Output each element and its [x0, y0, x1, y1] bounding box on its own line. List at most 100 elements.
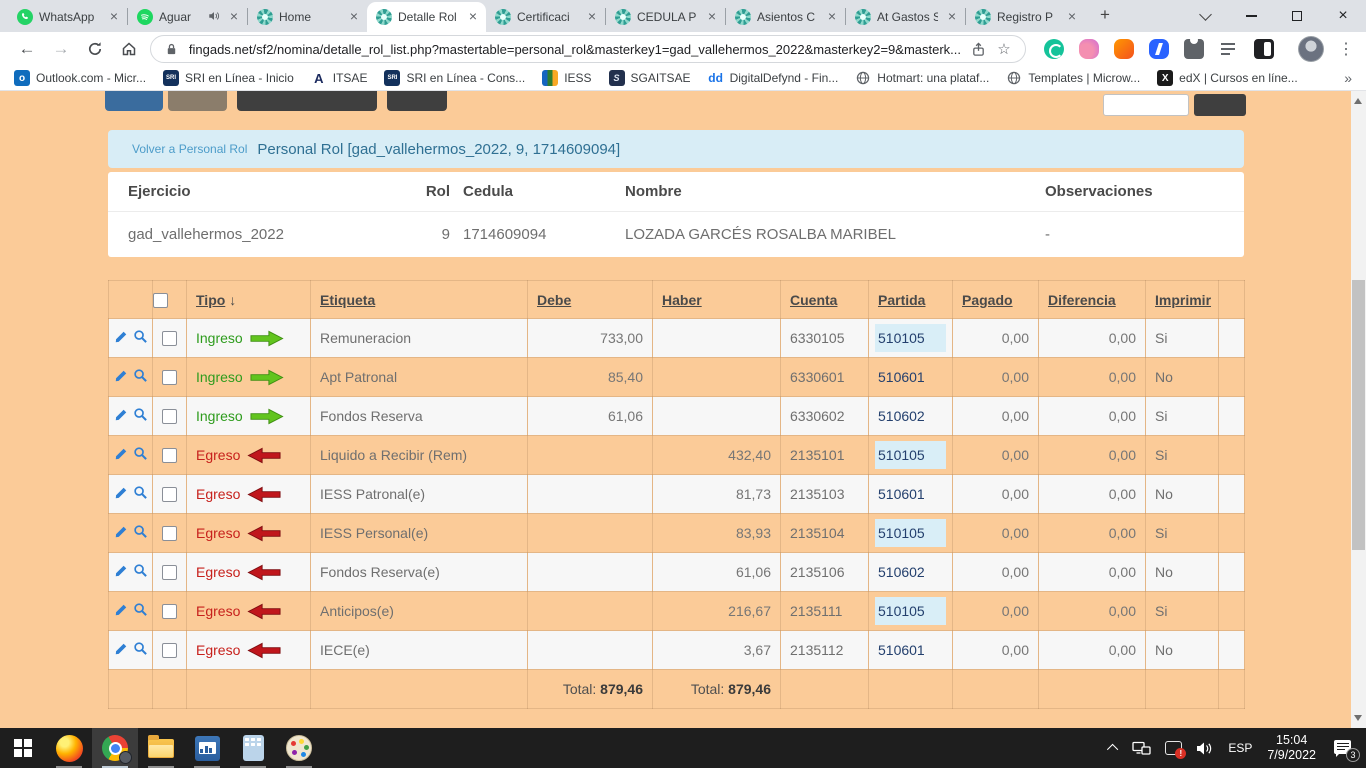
- row-checkbox[interactable]: [162, 448, 177, 463]
- grammarly-extension-icon[interactable]: [1044, 39, 1064, 59]
- action-alert-icon[interactable]: !: [1158, 728, 1189, 768]
- sidebar-extension-icon[interactable]: [1254, 39, 1274, 59]
- address-bar[interactable]: fingads.net/sf2/nomina/detalle_rol_list.…: [150, 35, 1026, 63]
- close-icon[interactable]: ×: [1064, 9, 1080, 25]
- partida-link[interactable]: 510601: [875, 480, 946, 508]
- reading-list-icon[interactable]: [1219, 39, 1239, 59]
- row-checkbox[interactable]: [162, 604, 177, 619]
- edit-icon[interactable]: [114, 330, 128, 347]
- view-icon[interactable]: [133, 641, 148, 659]
- bookmark-iess[interactable]: IESS: [542, 70, 591, 86]
- tab-asientos[interactable]: Asientos C ×: [726, 2, 845, 32]
- bookmark-edx[interactable]: XedX | Cursos en líne...: [1157, 70, 1298, 86]
- new-tab-button[interactable]: +: [1091, 2, 1119, 30]
- edit-icon[interactable]: [114, 408, 128, 425]
- edit-icon[interactable]: [114, 564, 128, 581]
- row-checkbox[interactable]: [162, 487, 177, 502]
- tab-search-chevron-icon[interactable]: [1182, 0, 1228, 32]
- view-icon[interactable]: [133, 368, 148, 386]
- close-icon[interactable]: ×: [584, 9, 600, 25]
- close-icon[interactable]: ×: [704, 9, 720, 25]
- select-all-checkbox[interactable]: [153, 293, 168, 308]
- bookmark-hotmart[interactable]: Hotmart: una plataf...: [855, 70, 989, 86]
- scroll-up-icon[interactable]: [1354, 98, 1362, 104]
- tab-at-gastos[interactable]: At Gastos S ×: [846, 2, 965, 32]
- notification-center-icon[interactable]: 3: [1334, 740, 1354, 757]
- toolbar-button-dark-partial[interactable]: [387, 91, 447, 111]
- close-icon[interactable]: ×: [106, 9, 122, 25]
- header-pagado[interactable]: Pagado: [953, 281, 1039, 319]
- share-icon[interactable]: [969, 42, 987, 57]
- row-checkbox[interactable]: [162, 565, 177, 580]
- tab-home[interactable]: Home ×: [248, 2, 367, 32]
- header-debe[interactable]: Debe: [528, 281, 653, 319]
- window-close-button[interactable]: ×: [1320, 0, 1366, 32]
- row-checkbox[interactable]: [162, 370, 177, 385]
- view-icon[interactable]: [133, 329, 148, 347]
- partida-link[interactable]: 510602: [875, 558, 946, 586]
- vertical-scrollbar[interactable]: [1351, 91, 1366, 728]
- blue-extension-icon[interactable]: [1149, 39, 1169, 59]
- edit-icon[interactable]: [114, 486, 128, 503]
- tab-cedula[interactable]: CEDULA P ×: [606, 2, 725, 32]
- back-button[interactable]: ←: [10, 35, 44, 63]
- partida-link[interactable]: 510601: [875, 636, 946, 664]
- header-etiqueta[interactable]: Etiqueta: [311, 281, 528, 319]
- apply-button-partial[interactable]: [1194, 94, 1246, 116]
- partida-link[interactable]: 510601: [875, 363, 946, 391]
- taskbar-file-explorer[interactable]: [138, 728, 184, 768]
- extensions-puzzle-icon[interactable]: [1184, 39, 1204, 59]
- forward-button[interactable]: →: [44, 35, 78, 63]
- scroll-down-icon[interactable]: [1354, 715, 1362, 721]
- close-icon[interactable]: ×: [824, 9, 840, 25]
- edit-icon[interactable]: [114, 603, 128, 620]
- partida-link[interactable]: 510105: [875, 519, 946, 547]
- header-haber[interactable]: Haber: [653, 281, 781, 319]
- back-to-personal-rol-link[interactable]: Volver a Personal Rol: [132, 142, 247, 156]
- close-icon[interactable]: ×: [944, 9, 960, 25]
- taskbar-chrome[interactable]: [92, 728, 138, 768]
- profile-avatar[interactable]: [1298, 36, 1324, 62]
- network-display-icon[interactable]: [1125, 728, 1158, 768]
- header-tipo[interactable]: Tipo ↓: [187, 281, 311, 319]
- tab-audio-icon[interactable]: [208, 10, 220, 25]
- toolbar-button-blue-partial[interactable]: [105, 91, 163, 111]
- tray-expand-chevron-icon[interactable]: [1103, 728, 1125, 768]
- header-partida[interactable]: Partida: [869, 281, 953, 319]
- tab-certificacion[interactable]: Certificaci ×: [486, 2, 605, 32]
- tab-whatsapp[interactable]: WhatsApp ×: [8, 2, 127, 32]
- row-checkbox[interactable]: [162, 526, 177, 541]
- view-icon[interactable]: [133, 485, 148, 503]
- row-checkbox[interactable]: [162, 409, 177, 424]
- partida-link[interactable]: 510105: [875, 597, 946, 625]
- view-icon[interactable]: [133, 524, 148, 542]
- bookmark-sgaitsae[interactable]: SSGAITSAE: [609, 70, 691, 86]
- maximize-button[interactable]: [1274, 0, 1320, 32]
- cloud-extension-icon[interactable]: [1079, 39, 1099, 59]
- view-icon[interactable]: [133, 407, 148, 425]
- header-cuenta[interactable]: Cuenta: [781, 281, 869, 319]
- close-icon[interactable]: ×: [465, 9, 481, 25]
- toolbar-button-dark-wide-partial[interactable]: [237, 91, 377, 111]
- partida-link[interactable]: 510602: [875, 402, 946, 430]
- view-icon[interactable]: [133, 563, 148, 581]
- bookmark-sri-consultas[interactable]: SRISRI en Línea - Cons...: [384, 70, 525, 86]
- close-icon[interactable]: ×: [346, 9, 362, 25]
- toolbar-button-taupe-partial[interactable]: [168, 91, 227, 111]
- bookmark-star-icon[interactable]: ☆: [995, 40, 1013, 58]
- partida-link[interactable]: 510105: [875, 324, 946, 352]
- home-button[interactable]: [112, 35, 146, 63]
- orange-extension-icon[interactable]: [1114, 39, 1134, 59]
- close-icon[interactable]: ×: [226, 9, 242, 25]
- volume-icon[interactable]: [1189, 728, 1221, 768]
- edit-icon[interactable]: [114, 525, 128, 542]
- language-indicator[interactable]: ESP: [1221, 728, 1259, 768]
- tab-spotify[interactable]: Aguar ×: [128, 2, 247, 32]
- header-imprimir[interactable]: Imprimir: [1146, 281, 1219, 319]
- partida-link[interactable]: 510105: [875, 441, 946, 469]
- clock[interactable]: 15:04 7/9/2022: [1259, 733, 1324, 763]
- row-checkbox[interactable]: [162, 331, 177, 346]
- bookmark-outlook[interactable]: oOutlook.com - Micr...: [14, 70, 146, 86]
- edit-icon[interactable]: [114, 369, 128, 386]
- browser-menu-icon[interactable]: ⋮: [1336, 39, 1356, 59]
